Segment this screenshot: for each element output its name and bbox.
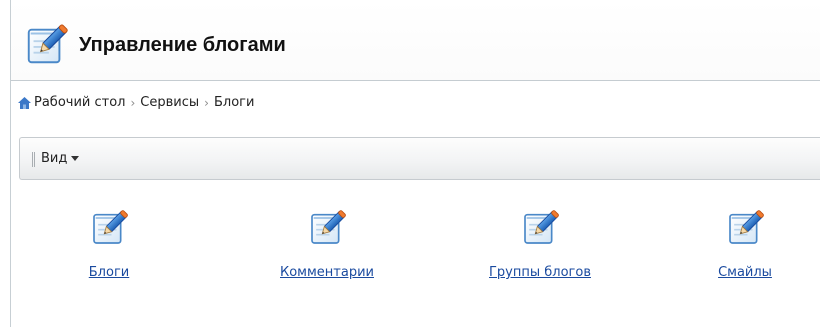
- tile-blogs[interactable]: Блоги: [77, 208, 141, 280]
- breadcrumb-separator: ›: [204, 95, 209, 110]
- tile-label[interactable]: Группы блогов: [460, 265, 620, 280]
- toolbar-grip: [32, 152, 35, 167]
- notepad-pencil-icon: [22, 22, 70, 68]
- breadcrumb-item-blogs: Блоги: [213, 95, 255, 110]
- breadcrumb-item-desktop[interactable]: Рабочий стол: [34, 95, 125, 110]
- notepad-pencil-icon: [725, 208, 765, 248]
- breadcrumb: Рабочий стол › Сервисы › Блоги: [18, 95, 254, 110]
- notepad-pencil-icon: [89, 208, 129, 248]
- tile-comments[interactable]: Комментарии: [257, 208, 397, 280]
- breadcrumb-item-services[interactable]: Сервисы: [140, 95, 199, 110]
- breadcrumb-separator: ›: [130, 95, 136, 110]
- view-menu-label: Вид: [41, 151, 68, 166]
- tile-label[interactable]: Блоги: [77, 265, 141, 280]
- tile-label[interactable]: Комментарии: [257, 265, 397, 280]
- view-menu-button[interactable]: Вид: [41, 151, 80, 166]
- notepad-pencil-icon: [307, 208, 347, 248]
- tile-smileys[interactable]: Смайлы: [700, 208, 790, 280]
- toolbar: Вид: [19, 137, 820, 180]
- caret-down-icon: [71, 156, 80, 161]
- tile-blog-groups[interactable]: Группы блогов: [460, 208, 620, 280]
- notepad-pencil-icon: [520, 208, 560, 248]
- tile-label[interactable]: Смайлы: [700, 265, 790, 280]
- page-title: Управление блогами: [79, 34, 286, 56]
- home-icon[interactable]: [18, 96, 31, 109]
